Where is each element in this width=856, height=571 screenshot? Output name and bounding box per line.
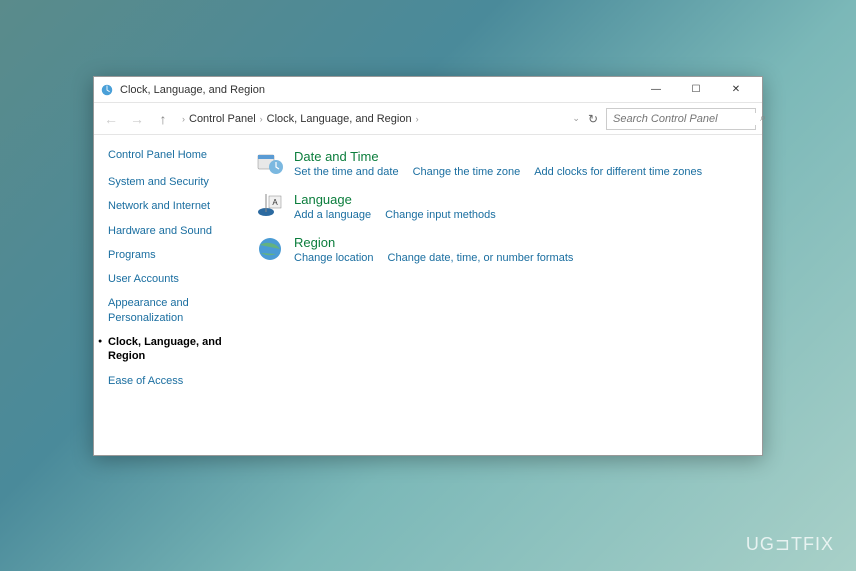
sidebar-item-appearance[interactable]: Appearance and Personalization: [108, 296, 236, 325]
link-add-language[interactable]: Add a language: [294, 209, 371, 221]
control-panel-window: Clock, Language, and Region — ☐ ✕ ← → ↑ …: [93, 76, 763, 456]
date-time-icon: [256, 149, 284, 177]
main-panel: Date and Time Set the time and date Chan…: [244, 135, 762, 455]
chevron-right-icon: ›: [182, 114, 185, 124]
svg-text:A: A: [272, 198, 278, 207]
chevron-right-icon: ›: [260, 114, 263, 124]
category-title[interactable]: Language: [294, 192, 750, 207]
category-links: Change location Change date, time, or nu…: [294, 252, 750, 264]
up-button[interactable]: ↑: [152, 108, 174, 130]
content-area: Control Panel Home System and Security N…: [94, 135, 762, 455]
navbar: ← → ↑ › Control Panel › Clock, Language,…: [94, 103, 762, 135]
chevron-down-icon[interactable]: ⌄: [572, 113, 580, 124]
nav-right: ⌄ ↻ ⌕: [572, 108, 756, 130]
category-language: A Language Add a language Change input m…: [256, 192, 750, 221]
search-input[interactable]: [613, 113, 756, 125]
category-body: Region Change location Change date, time…: [294, 235, 750, 264]
maximize-button[interactable]: ☐: [676, 80, 716, 100]
sidebar-item-system-security[interactable]: System and Security: [108, 175, 236, 189]
search-box[interactable]: ⌕: [606, 108, 756, 130]
minimize-button[interactable]: —: [636, 80, 676, 100]
category-date-time: Date and Time Set the time and date Chan…: [256, 149, 750, 178]
breadcrumb[interactable]: › Control Panel › Clock, Language, and R…: [182, 113, 568, 125]
sidebar: Control Panel Home System and Security N…: [94, 135, 244, 455]
window-controls: — ☐ ✕: [636, 80, 756, 100]
sidebar-item-ease-of-access[interactable]: Ease of Access: [108, 374, 236, 388]
refresh-button[interactable]: ↻: [588, 112, 598, 126]
chevron-right-icon: ›: [416, 114, 419, 124]
link-add-clocks[interactable]: Add clocks for different time zones: [534, 166, 702, 178]
window-title: Clock, Language, and Region: [120, 84, 636, 96]
category-title[interactable]: Date and Time: [294, 149, 750, 164]
link-set-time[interactable]: Set the time and date: [294, 166, 399, 178]
category-region: Region Change location Change date, time…: [256, 235, 750, 264]
search-icon: ⌕: [760, 112, 766, 125]
forward-button[interactable]: →: [126, 108, 148, 130]
category-links: Set the time and date Change the time zo…: [294, 166, 750, 178]
back-button[interactable]: ←: [100, 108, 122, 130]
category-title[interactable]: Region: [294, 235, 750, 250]
close-button[interactable]: ✕: [716, 80, 756, 100]
watermark: UG⊐TFIX: [746, 534, 834, 555]
sidebar-item-programs[interactable]: Programs: [108, 248, 236, 262]
sidebar-item-network-internet[interactable]: Network and Internet: [108, 199, 236, 213]
sidebar-home-link[interactable]: Control Panel Home: [108, 149, 236, 161]
breadcrumb-item[interactable]: Clock, Language, and Region: [267, 113, 412, 125]
sidebar-item-clock-language-region[interactable]: Clock, Language, and Region: [108, 335, 236, 364]
category-links: Add a language Change input methods: [294, 209, 750, 221]
sidebar-item-hardware-sound[interactable]: Hardware and Sound: [108, 224, 236, 238]
category-body: Language Add a language Change input met…: [294, 192, 750, 221]
link-change-input[interactable]: Change input methods: [385, 209, 496, 221]
link-change-timezone[interactable]: Change the time zone: [413, 166, 521, 178]
titlebar: Clock, Language, and Region — ☐ ✕: [94, 77, 762, 103]
sidebar-item-user-accounts[interactable]: User Accounts: [108, 272, 236, 286]
link-change-location[interactable]: Change location: [294, 252, 374, 264]
category-body: Date and Time Set the time and date Chan…: [294, 149, 750, 178]
language-icon: A: [256, 192, 284, 220]
clock-region-icon: [100, 83, 114, 97]
link-change-formats[interactable]: Change date, time, or number formats: [388, 252, 574, 264]
region-icon: [256, 235, 284, 263]
breadcrumb-item[interactable]: Control Panel: [189, 113, 256, 125]
